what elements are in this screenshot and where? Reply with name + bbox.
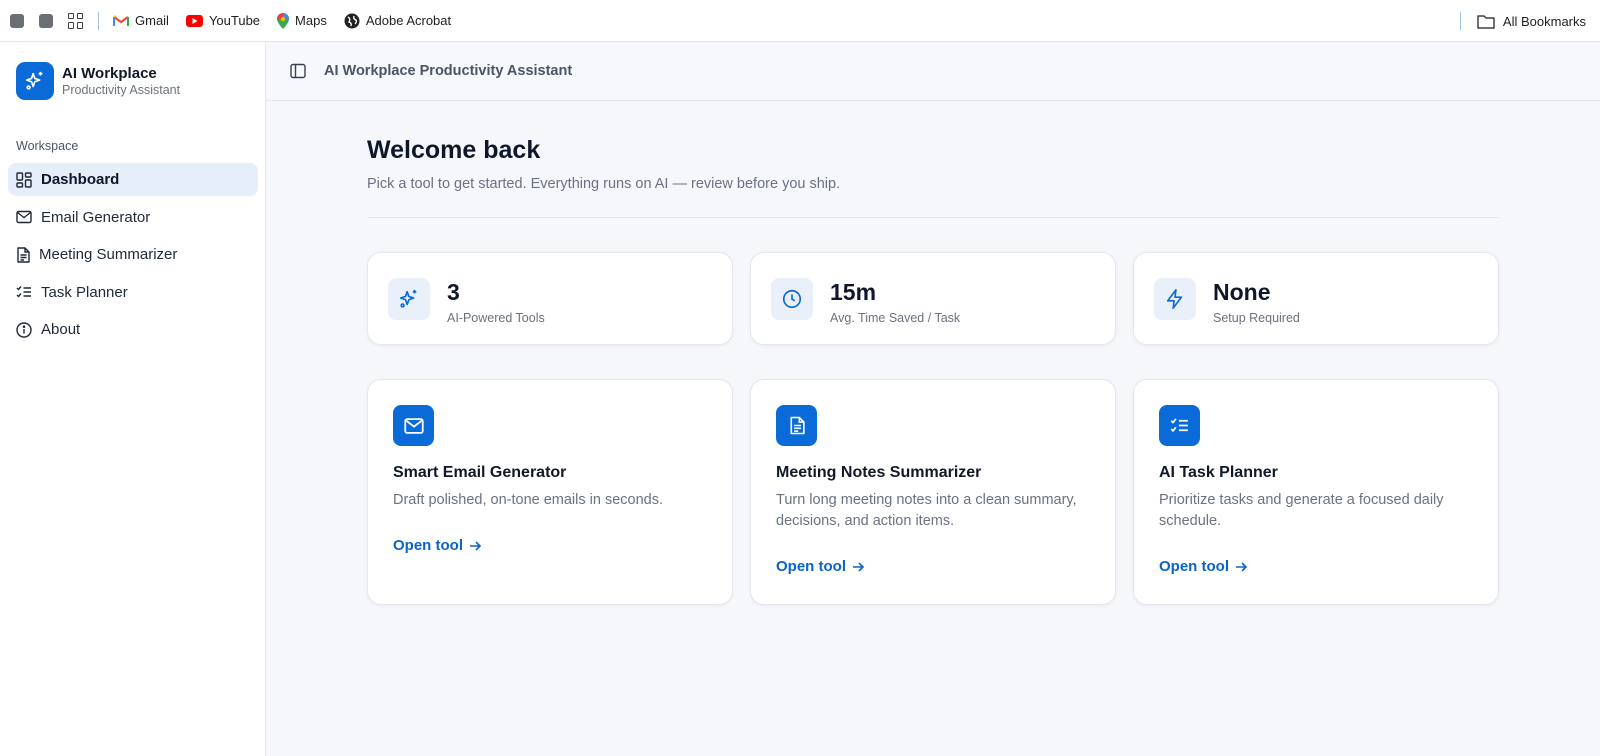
all-bookmarks-label: All Bookmarks (1502, 13, 1586, 29)
sidebar-item-label: Email Generator (41, 208, 151, 226)
dashboard-icon (16, 171, 32, 188)
tab-square-icon[interactable] (10, 13, 24, 28)
tool-title: AI Task Planner (1159, 464, 1278, 481)
lightning-icon (1154, 278, 1196, 320)
bookmarks-separator (98, 11, 99, 30)
mail-icon (393, 405, 434, 446)
sidebar-item-task-planner[interactable]: Task Planner (8, 276, 258, 309)
apps-grid-icon[interactable] (68, 12, 84, 29)
tool-description: Turn long meeting notes into a clean sum… (776, 492, 1077, 529)
checklist-icon (16, 286, 31, 298)
globe-icon (344, 13, 360, 28)
stat-value: 15m (830, 279, 877, 305)
bookmarks-separator (1459, 12, 1461, 30)
bookmark-maps[interactable]: Maps (277, 12, 327, 29)
sidebar-item-dashboard[interactable]: Dashboard (8, 163, 258, 196)
open-tool-label: Open tool (1159, 558, 1229, 575)
bookmark-label: Adobe Acrobat (365, 13, 452, 28)
stat-label: AI-Powered Tools (447, 311, 545, 325)
open-tool-link[interactable]: Open tool (393, 537, 482, 554)
open-tool-link[interactable]: Open tool (1159, 558, 1248, 575)
sidebar-item-label: Dashboard (41, 171, 120, 188)
stat-label: Avg. Time Saved / Task (830, 311, 961, 325)
sidebar-item-email-generator[interactable]: Email Generator (8, 201, 258, 234)
bookmark-label: Gmail (135, 13, 169, 28)
tool-card-meeting[interactable]: Meeting Notes Summarizer Turn long meeti… (750, 379, 1116, 605)
arrow-right-icon (470, 540, 482, 551)
bookmarks-bar: Gmail YouTube Maps Adobe Acrobat All Boo… (0, 0, 1600, 42)
gmail-icon (113, 14, 129, 26)
document-icon (17, 246, 30, 263)
open-tool-link[interactable]: Open tool (776, 558, 865, 575)
brand[interactable]: AI Workplace Productivity Assistant (16, 62, 180, 100)
top-header: AI Workplace Productivity Assistant (266, 42, 1600, 101)
tool-card-task-planner[interactable]: AI Task Planner Prioritize tasks and gen… (1133, 379, 1499, 605)
brand-subtitle: Productivity Assistant (62, 82, 181, 97)
bookmark-label: YouTube (208, 13, 261, 28)
checklist-icon (1159, 405, 1200, 446)
bookmark-gmail[interactable]: Gmail (113, 13, 169, 28)
sidebar-toggle-icon[interactable] (290, 63, 306, 79)
tool-description: Draft polished, on-tone emails in second… (393, 492, 664, 508)
mail-icon (16, 210, 32, 224)
tab-square-icon[interactable] (39, 13, 53, 28)
stat-card-time-saved: 15m Avg. Time Saved / Task (750, 252, 1116, 345)
youtube-icon (185, 14, 203, 27)
clock-icon (771, 278, 813, 320)
open-tool-label: Open tool (776, 558, 846, 575)
sidebar-item-meeting-summarizer[interactable]: Meeting Summarizer (8, 238, 258, 271)
sparkles-logo-icon (16, 62, 54, 100)
sidebar-nav: Dashboard Email Generator Meeting Summar… (8, 163, 258, 351)
sidebar-item-about[interactable]: About (8, 313, 258, 346)
page-subtitle: Pick a tool to get started. Everything r… (367, 176, 841, 192)
sidebar-item-label: Meeting Summarizer (39, 246, 178, 263)
section-label-workspace: Workspace (16, 139, 79, 153)
stat-value: None (1213, 279, 1271, 305)
sparkles-icon (388, 278, 430, 320)
open-tool-label: Open tool (393, 537, 463, 554)
stat-label: Setup Required (1213, 311, 1300, 325)
brand-title: AI Workplace (62, 64, 157, 82)
all-bookmarks[interactable]: All Bookmarks (1459, 0, 1586, 42)
stat-card-tools: 3 AI-Powered Tools (367, 252, 733, 345)
info-icon (16, 321, 32, 338)
maps-icon (277, 12, 290, 29)
page-title: Welcome back (367, 136, 541, 164)
sidebar-item-label: Task Planner (41, 283, 128, 301)
stat-value: 3 (447, 279, 460, 305)
tool-title: Smart Email Generator (393, 464, 567, 481)
bookmark-label: Maps (295, 13, 327, 28)
sidebar: AI Workplace Productivity Assistant Work… (0, 42, 266, 756)
tool-description: Prioritize tasks and generate a focused … (1159, 492, 1444, 529)
tool-card-email[interactable]: Smart Email Generator Draft polished, on… (367, 379, 733, 605)
sidebar-item-label: About (41, 321, 81, 338)
header-title: AI Workplace Productivity Assistant (324, 63, 573, 79)
divider (367, 217, 1499, 218)
folder-icon (1477, 14, 1495, 29)
document-icon (776, 405, 817, 446)
tool-title: Meeting Notes Summarizer (776, 464, 982, 481)
bookmark-adobe-acrobat[interactable]: Adobe Acrobat (344, 13, 451, 29)
bookmark-youtube[interactable]: YouTube (185, 13, 261, 28)
arrow-right-icon (1236, 561, 1248, 572)
arrow-right-icon (853, 561, 865, 572)
stat-card-setup: None Setup Required (1133, 252, 1499, 345)
